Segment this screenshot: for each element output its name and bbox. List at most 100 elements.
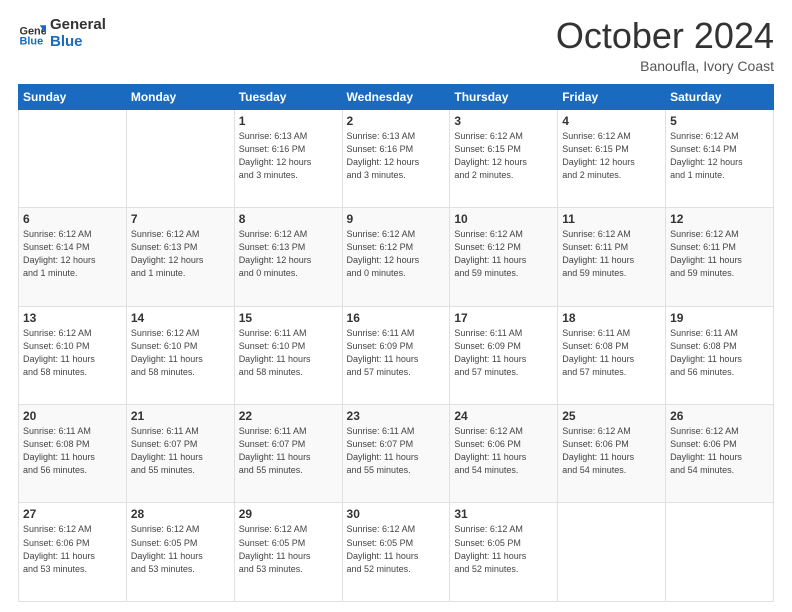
calendar-cell: 24 Sunrise: 6:12 AM Sunset: 6:06 PM Dayli… [450, 405, 558, 503]
day-number: 11 [562, 212, 661, 226]
weekday-header-saturday: Saturday [666, 84, 774, 109]
day-number: 13 [23, 311, 122, 325]
day-detail: Sunrise: 6:12 AM Sunset: 6:12 PM Dayligh… [454, 228, 553, 280]
svg-text:Blue: Blue [20, 36, 44, 47]
calendar-cell: 1Sunrise: 6:13 AM Sunset: 6:16 PM Daylig… [234, 109, 342, 207]
day-detail: Sunrise: 6:11 AM Sunset: 6:08 PM Dayligh… [562, 327, 661, 379]
calendar-cell: 25 Sunrise: 6:12 AM Sunset: 6:06 PM Dayli… [558, 405, 666, 503]
calendar-cell [558, 503, 666, 602]
day-detail: Sunrise: 6:12 AM Sunset: 6:13 PM Dayligh… [131, 228, 230, 280]
day-number: 2 [347, 114, 446, 128]
calendar-week-5: 27 Sunrise: 6:12 AM Sunset: 6:06 PM Dayli… [19, 503, 774, 602]
day-detail: Sunrise: 6:12 AM Sunset: 6:06 PM Dayligh… [23, 523, 122, 575]
day-number: 30 [347, 507, 446, 521]
weekday-header-thursday: Thursday [450, 84, 558, 109]
calendar-cell: 20 Sunrise: 6:11 AM Sunset: 6:08 PM Dayli… [19, 405, 127, 503]
day-number: 14 [131, 311, 230, 325]
day-number: 6 [23, 212, 122, 226]
day-detail: Sunrise: 6:11 AM Sunset: 6:07 PM Dayligh… [131, 425, 230, 477]
title-block: October 2024 Banoufla, Ivory Coast [556, 16, 774, 74]
weekday-header-wednesday: Wednesday [342, 84, 450, 109]
day-number: 8 [239, 212, 338, 226]
calendar-cell [666, 503, 774, 602]
day-number: 25 [562, 409, 661, 423]
calendar-cell: 2 Sunrise: 6:13 AM Sunset: 6:16 PM Daylig… [342, 109, 450, 207]
day-number: 17 [454, 311, 553, 325]
day-number: 27 [23, 507, 122, 521]
day-detail: Sunrise: 6:12 AM Sunset: 6:15 PM Dayligh… [562, 130, 661, 182]
day-number: 28 [131, 507, 230, 521]
day-detail: Sunrise: 6:12 AM Sunset: 6:05 PM Dayligh… [131, 523, 230, 575]
calendar-cell: 6 Sunrise: 6:12 AM Sunset: 6:14 PM Daylig… [19, 208, 127, 306]
weekday-header-friday: Friday [558, 84, 666, 109]
day-detail: Sunrise: 6:12 AM Sunset: 6:05 PM Dayligh… [454, 523, 553, 575]
day-number: 23 [347, 409, 446, 423]
day-detail: Sunrise: 6:11 AM Sunset: 6:08 PM Dayligh… [23, 425, 122, 477]
location: Banoufla, Ivory Coast [556, 58, 774, 74]
day-number: 15 [239, 311, 338, 325]
calendar-cell: 26 Sunrise: 6:12 AM Sunset: 6:06 PM Dayli… [666, 405, 774, 503]
day-number: 3 [454, 114, 553, 128]
day-detail: Sunrise: 6:11 AM Sunset: 6:08 PM Dayligh… [670, 327, 769, 379]
calendar-cell: 28 Sunrise: 6:12 AM Sunset: 6:05 PM Dayli… [126, 503, 234, 602]
day-detail: Sunrise: 6:12 AM Sunset: 6:05 PM Dayligh… [347, 523, 446, 575]
day-number: 20 [23, 409, 122, 423]
calendar-cell: 21Sunrise: 6:11 AM Sunset: 6:07 PM Dayli… [126, 405, 234, 503]
page: General Blue General Blue October 2024 B… [0, 0, 792, 612]
day-detail: Sunrise: 6:13 AM Sunset: 6:16 PM Dayligh… [347, 130, 446, 182]
calendar-cell: 19Sunrise: 6:11 AM Sunset: 6:08 PM Dayli… [666, 306, 774, 404]
day-number: 29 [239, 507, 338, 521]
calendar-week-4: 20 Sunrise: 6:11 AM Sunset: 6:08 PM Dayli… [19, 405, 774, 503]
day-detail: Sunrise: 6:12 AM Sunset: 6:14 PM Dayligh… [23, 228, 122, 280]
day-detail: Sunrise: 6:11 AM Sunset: 6:09 PM Dayligh… [454, 327, 553, 379]
weekday-header-sunday: Sunday [19, 84, 127, 109]
calendar-cell: 18 Sunrise: 6:11 AM Sunset: 6:08 PM Dayli… [558, 306, 666, 404]
calendar-cell: 3Sunrise: 6:12 AM Sunset: 6:15 PM Daylig… [450, 109, 558, 207]
day-detail: Sunrise: 6:11 AM Sunset: 6:10 PM Dayligh… [239, 327, 338, 379]
weekday-header-row: SundayMondayTuesdayWednesdayThursdayFrid… [19, 84, 774, 109]
logo-icon: General Blue [18, 19, 46, 47]
calendar-cell: 29 Sunrise: 6:12 AM Sunset: 6:05 PM Dayli… [234, 503, 342, 602]
calendar-cell: 13 Sunrise: 6:12 AM Sunset: 6:10 PM Dayli… [19, 306, 127, 404]
day-detail: Sunrise: 6:12 AM Sunset: 6:06 PM Dayligh… [454, 425, 553, 477]
logo: General Blue General Blue [18, 16, 106, 51]
calendar-cell: 14 Sunrise: 6:12 AM Sunset: 6:10 PM Dayli… [126, 306, 234, 404]
day-number: 12 [670, 212, 769, 226]
calendar-week-3: 13 Sunrise: 6:12 AM Sunset: 6:10 PM Dayli… [19, 306, 774, 404]
day-detail: Sunrise: 6:12 AM Sunset: 6:06 PM Dayligh… [670, 425, 769, 477]
day-number: 26 [670, 409, 769, 423]
calendar-cell: 31 Sunrise: 6:12 AM Sunset: 6:05 PM Dayli… [450, 503, 558, 602]
calendar-cell: 17 Sunrise: 6:11 AM Sunset: 6:09 PM Dayli… [450, 306, 558, 404]
calendar-cell: 8 Sunrise: 6:12 AM Sunset: 6:13 PM Daylig… [234, 208, 342, 306]
day-number: 1 [239, 114, 338, 128]
calendar-cell [126, 109, 234, 207]
day-detail: Sunrise: 6:11 AM Sunset: 6:09 PM Dayligh… [347, 327, 446, 379]
day-detail: Sunrise: 6:12 AM Sunset: 6:11 PM Dayligh… [562, 228, 661, 280]
day-number: 22 [239, 409, 338, 423]
day-detail: Sunrise: 6:12 AM Sunset: 6:10 PM Dayligh… [23, 327, 122, 379]
calendar-cell [19, 109, 127, 207]
calendar-cell: 7 Sunrise: 6:12 AM Sunset: 6:13 PM Daylig… [126, 208, 234, 306]
weekday-header-monday: Monday [126, 84, 234, 109]
calendar-cell: 15 Sunrise: 6:11 AM Sunset: 6:10 PM Dayli… [234, 306, 342, 404]
day-detail: Sunrise: 6:12 AM Sunset: 6:12 PM Dayligh… [347, 228, 446, 280]
day-number: 18 [562, 311, 661, 325]
calendar-cell: 12 Sunrise: 6:12 AM Sunset: 6:11 PM Dayli… [666, 208, 774, 306]
calendar-cell: 16Sunrise: 6:11 AM Sunset: 6:09 PM Dayli… [342, 306, 450, 404]
day-detail: Sunrise: 6:11 AM Sunset: 6:07 PM Dayligh… [347, 425, 446, 477]
day-detail: Sunrise: 6:12 AM Sunset: 6:06 PM Dayligh… [562, 425, 661, 477]
day-detail: Sunrise: 6:12 AM Sunset: 6:11 PM Dayligh… [670, 228, 769, 280]
day-detail: Sunrise: 6:12 AM Sunset: 6:05 PM Dayligh… [239, 523, 338, 575]
calendar-cell: 30 Sunrise: 6:12 AM Sunset: 6:05 PM Dayli… [342, 503, 450, 602]
day-number: 5 [670, 114, 769, 128]
day-number: 7 [131, 212, 230, 226]
day-detail: Sunrise: 6:12 AM Sunset: 6:13 PM Dayligh… [239, 228, 338, 280]
calendar-week-1: 1 Sunrise: 6:13 AM Sunset: 6:16 PM Daylig… [19, 109, 774, 207]
day-detail: Sunrise: 6:12 AM Sunset: 6:10 PM Dayligh… [131, 327, 230, 379]
day-number: 31 [454, 507, 553, 521]
calendar-table: SundayMondayTuesdayWednesdayThursdayFrid… [18, 84, 774, 602]
month-title: October 2024 [556, 16, 774, 56]
calendar-cell: 5Sunrise: 6:12 AM Sunset: 6:14 PM Daylig… [666, 109, 774, 207]
calendar-cell: 11 Sunrise: 6:12 AM Sunset: 6:11 PM Dayli… [558, 208, 666, 306]
day-number: 24 [454, 409, 553, 423]
